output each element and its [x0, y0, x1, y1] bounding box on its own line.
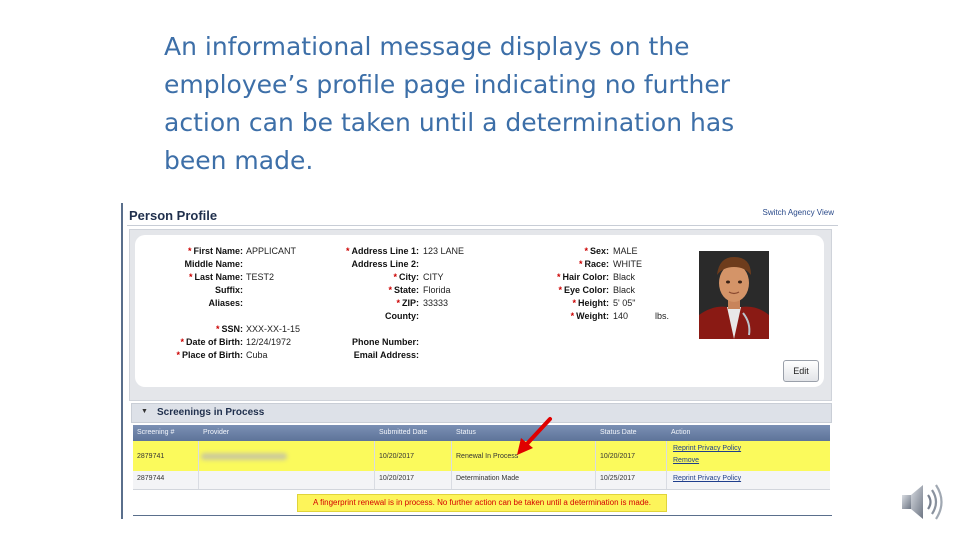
profile-panel: * First Name: APPLICANT Middle Name: * Las… [129, 229, 832, 401]
column-header-status[interactable]: Status [456, 425, 476, 441]
provider-redacted [201, 453, 287, 460]
column-header-screening[interactable]: Screening # [137, 425, 174, 441]
page-title: Person Profile [129, 208, 218, 223]
person-profile-screenshot: Person Profile Switch Agency View * First… [121, 203, 842, 519]
bottom-divider [133, 515, 832, 516]
remove-link[interactable]: Remove [673, 457, 699, 464]
field-eye-color: * Eye Color: Black [558, 285, 636, 295]
field-address-line-2: Address Line 2: [351, 259, 419, 269]
reprint-privacy-policy-link[interactable]: Reprint Privacy Policy [673, 445, 741, 452]
reprint-privacy-policy-link[interactable]: Reprint Privacy Policy [673, 475, 741, 482]
switch-agency-view-link[interactable]: Switch Agency View [763, 208, 834, 217]
column-header-action: Action [671, 429, 691, 436]
field-hair-color: * Hair Color: Black [556, 272, 636, 282]
speaker-icon[interactable] [898, 478, 948, 526]
table-row: 2879744 10/20/2017 Determination Made 10… [133, 471, 830, 490]
collapse-caret-icon[interactable]: ▼ [141, 408, 148, 415]
ssn-value: XXX-XX-1-15 [246, 324, 301, 334]
dob-value: 12/24/1972 [246, 337, 292, 347]
field-address-line-1: * Address Line 1: 123 LANE [345, 246, 465, 256]
field-county: County: [385, 311, 419, 321]
column-header-submitted-date[interactable]: Submitted Date [379, 425, 427, 441]
field-state: * State: Florida [388, 285, 451, 295]
column-divider [451, 441, 452, 489]
column-divider [198, 441, 199, 489]
field-zip: * ZIP: 33333 [396, 298, 449, 308]
field-race: * Race: WHITE [578, 259, 642, 269]
column-divider [595, 441, 596, 489]
first-name-value: APPLICANT [246, 246, 297, 256]
field-sex: * Sex: MALE [584, 246, 638, 256]
slide-headline: An informational message displays on the… [164, 32, 735, 175]
edit-button[interactable]: Edit [783, 360, 819, 382]
info-notice-banner: A fingerprint renewal is in process. No … [297, 494, 667, 512]
screenings-section-title: Screenings in Process [157, 407, 265, 418]
column-divider [374, 441, 375, 489]
column-divider [666, 441, 667, 489]
weight-unit: lbs. [655, 311, 670, 321]
arrow-pointer-icon [517, 417, 552, 455]
pob-value: Cuba [246, 350, 268, 360]
field-ssn: * SSN: XXX-XX-1-15 [215, 324, 301, 334]
field-phone-number: Phone Number: [351, 337, 419, 347]
field-email-address: Email Address: [353, 350, 419, 360]
column-header-provider[interactable]: Provider [203, 425, 229, 441]
field-city: * City: CITY [393, 272, 444, 282]
status-determination-made: Determination Made [456, 475, 520, 482]
screenings-section-header[interactable]: ▼ Screenings in Process [131, 403, 832, 423]
field-height: * Height: 5' 05" [572, 298, 636, 308]
column-header-status-date[interactable]: Status Date [600, 425, 637, 441]
table-header: Screening # Provider Submitted Date Stat… [133, 425, 830, 441]
profile-card: * First Name: APPLICANT Middle Name: * Las… [135, 235, 824, 387]
title-divider [127, 225, 838, 226]
profile-photo [699, 251, 769, 339]
table-row: 2879741 10/20/2017 Renewal In Process 10… [133, 441, 830, 472]
last-name-value: TEST2 [246, 272, 275, 282]
field-weight: * Weight: 140 lbs. [570, 311, 670, 321]
